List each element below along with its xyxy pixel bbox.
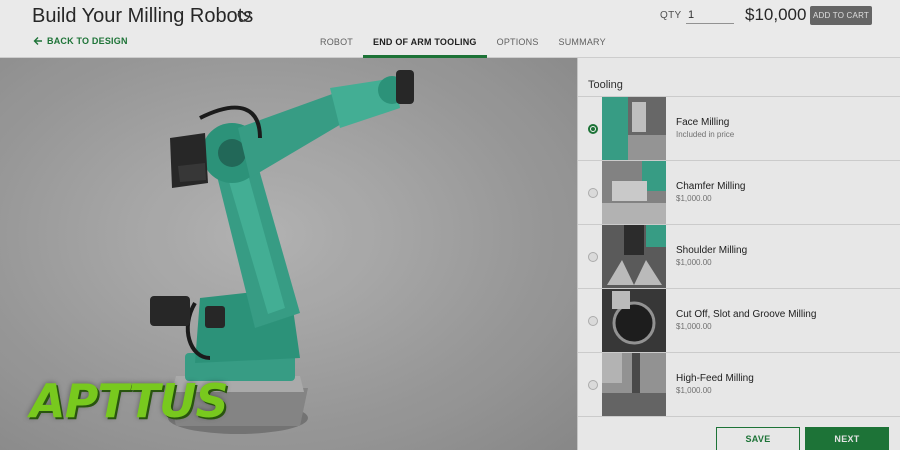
face-milling-thumbnail xyxy=(602,97,666,160)
tab-summary[interactable]: SUMMARY xyxy=(549,30,616,58)
option-price: $1,000.00 xyxy=(676,194,712,203)
arrow-left-icon xyxy=(33,37,42,45)
tooling-option-cut-off-slot-groove-milling[interactable]: Cut Off, Slot and Groove Milling $1,000.… xyxy=(578,289,900,353)
tab-robot[interactable]: ROBOT xyxy=(310,30,363,58)
high-feed-milling-thumbnail xyxy=(602,353,666,416)
radio-selected[interactable] xyxy=(588,124,598,134)
chamfer-milling-thumbnail xyxy=(602,161,666,224)
apttus-logo: APTTUS xyxy=(30,374,229,428)
heart-outline-icon[interactable] xyxy=(237,9,251,23)
cut-off-milling-thumbnail xyxy=(602,289,666,352)
tooling-panel: Tooling Face Milling Included in price C… xyxy=(577,58,900,450)
radio-unselected[interactable] xyxy=(588,316,598,326)
back-to-design-label: BACK TO DESIGN xyxy=(47,36,128,46)
shoulder-milling-thumbnail xyxy=(602,225,666,288)
tooling-option-high-feed-milling[interactable]: High-Feed Milling $1,000.00 xyxy=(578,353,900,417)
next-button[interactable]: NEXT xyxy=(805,427,889,450)
step-tabs: ROBOT END OF ARM TOOLING OPTIONS SUMMARY xyxy=(310,30,616,58)
tooling-option-chamfer-milling[interactable]: Chamfer Milling $1,000.00 xyxy=(578,161,900,225)
page-title: Build Your Milling Robots xyxy=(32,5,254,27)
option-name: Shoulder Milling xyxy=(676,245,748,256)
save-button[interactable]: SAVE xyxy=(716,427,800,450)
option-price: Included in price xyxy=(676,130,735,139)
qty-input[interactable] xyxy=(686,6,734,24)
option-name: High-Feed Milling xyxy=(676,373,754,384)
total-price: $10,000 xyxy=(745,5,807,24)
radio-unselected[interactable] xyxy=(588,188,598,198)
tooling-option-face-milling[interactable]: Face Milling Included in price xyxy=(578,97,900,161)
back-to-design-link[interactable]: BACK TO DESIGN xyxy=(33,36,128,46)
tab-end-of-arm-tooling[interactable]: END OF ARM TOOLING xyxy=(363,30,487,58)
option-price: $1,000.00 xyxy=(676,322,712,331)
add-to-cart-button[interactable]: ADD TO CART xyxy=(810,6,872,25)
tab-options[interactable]: OPTIONS xyxy=(487,30,549,58)
radio-unselected[interactable] xyxy=(588,252,598,262)
top-header: Build Your Milling Robots QTY $10,000 AD… xyxy=(0,0,900,58)
option-price: $1,000.00 xyxy=(676,258,712,267)
radio-unselected[interactable] xyxy=(588,380,598,390)
tooling-option-shoulder-milling[interactable]: Shoulder Milling $1,000.00 xyxy=(578,225,900,289)
robot-preview-stage[interactable]: APTTUS xyxy=(0,58,577,450)
option-price: $1,000.00 xyxy=(676,386,712,395)
qty-label: QTY xyxy=(660,10,682,21)
option-name: Chamfer Milling xyxy=(676,181,746,192)
panel-title: Tooling xyxy=(588,79,623,91)
option-name: Cut Off, Slot and Groove Milling xyxy=(676,309,817,320)
option-name: Face Milling xyxy=(676,117,730,128)
